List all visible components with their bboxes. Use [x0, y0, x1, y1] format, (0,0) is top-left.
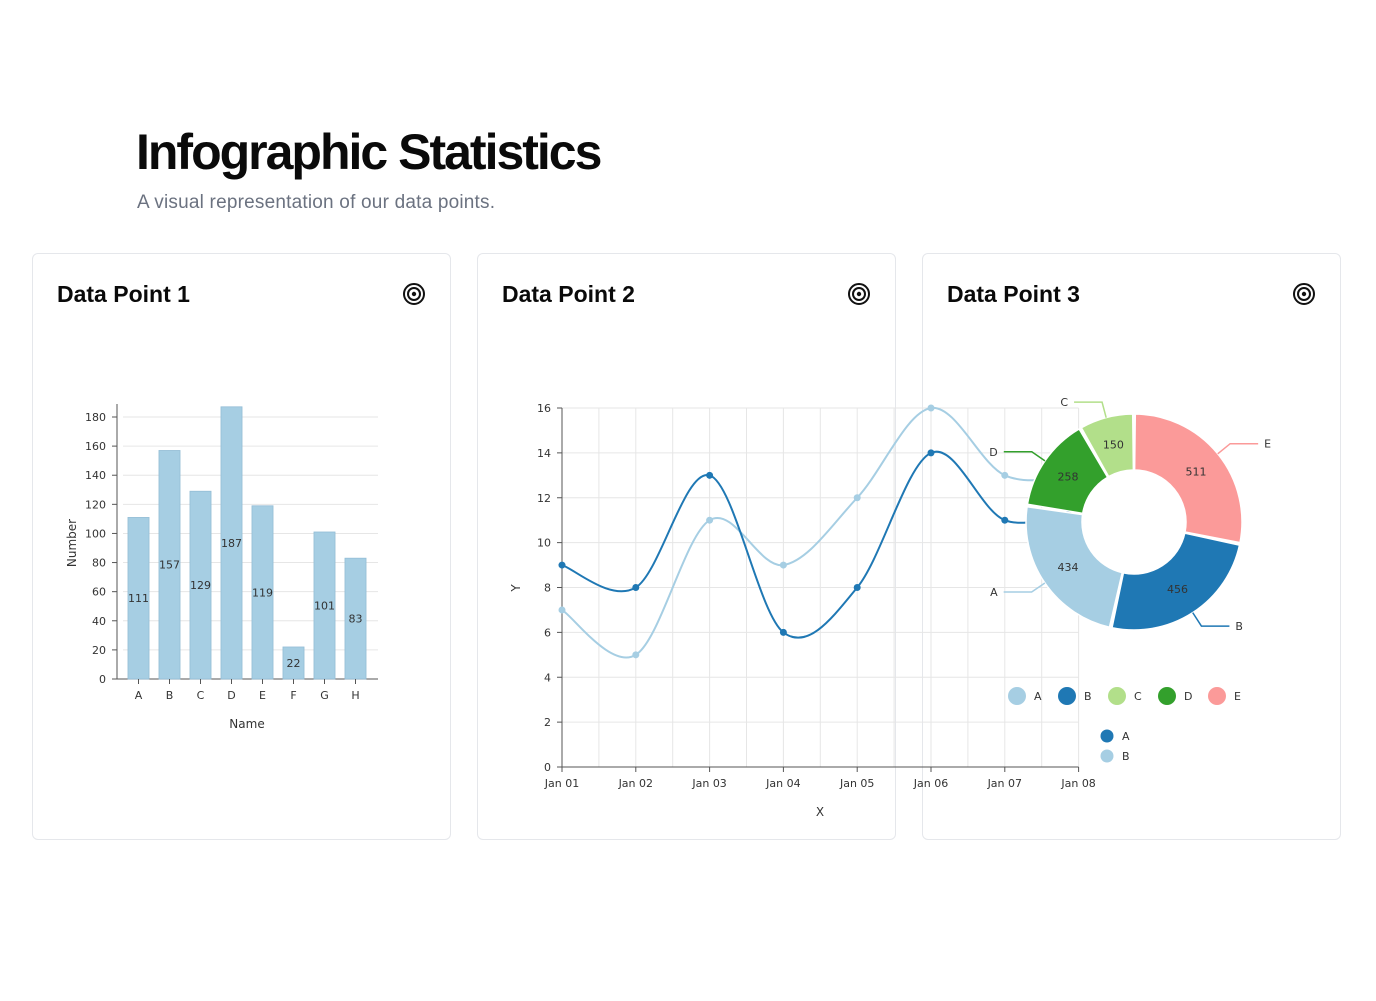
charts-layer: 020406080100120140160180111A157B129C187D… — [65, 396, 1271, 819]
legend-label: E — [1234, 690, 1241, 703]
data-point — [1001, 516, 1009, 524]
y-axis-label: Number — [65, 519, 79, 567]
slice-label: B — [1235, 620, 1243, 633]
y-tick-label: 100 — [85, 527, 106, 540]
x-tick-label: D — [227, 689, 235, 702]
legend-swatch — [1100, 729, 1114, 743]
bar-value-label: 83 — [349, 613, 363, 626]
data-point — [1001, 471, 1009, 479]
x-tick-label: Jan 07 — [987, 777, 1022, 790]
x-tick-label: Jan 04 — [765, 777, 800, 790]
x-tick-label: G — [320, 689, 329, 702]
y-tick-label: 0 — [99, 673, 106, 686]
donut-chart: 511 456 434 258 150 E B A D C A B C D E — [989, 396, 1271, 705]
data-point — [558, 561, 566, 569]
slice-label: D — [989, 446, 997, 459]
line-chart: 0 2 4 6 8 10 12 14 16 Jan 01 Jan 02 Jan 03 Jan 04 Jan… — [509, 402, 1130, 819]
y-tick-label: 160 — [85, 440, 106, 453]
leader-line — [1217, 442, 1259, 455]
bar-value-label: 157 — [159, 559, 180, 572]
legend-label: D — [1184, 690, 1192, 703]
bar-value-label: 101 — [314, 599, 335, 612]
slice-label: A — [990, 586, 998, 599]
legend-label: A — [1122, 730, 1130, 743]
bar-value-label: 187 — [221, 537, 242, 550]
x-axis-label: Name — [229, 717, 264, 731]
y-tick-label: 60 — [92, 586, 106, 599]
y-tick-label: 10 — [537, 537, 551, 550]
legend-swatch — [1108, 687, 1126, 705]
data-point — [558, 606, 566, 614]
legend-label: B — [1084, 690, 1092, 703]
x-tick-label: F — [290, 689, 296, 702]
x-tick-label: Jan 06 — [913, 777, 948, 790]
slice-value-label: 456 — [1167, 583, 1188, 596]
y-tick-label: 16 — [537, 402, 551, 415]
bar-value-label: 129 — [190, 579, 211, 592]
y-axis-label: Y — [509, 584, 523, 593]
slice-label: C — [1060, 396, 1068, 409]
y-tick-label: 80 — [92, 557, 106, 570]
x-tick-label: B — [166, 689, 174, 702]
leader-line — [1192, 612, 1230, 627]
bar-value-label: 22 — [287, 657, 301, 670]
data-point — [779, 628, 787, 636]
slice-value-label: 258 — [1058, 471, 1079, 484]
bar-value-label: 119 — [252, 586, 273, 599]
data-point — [927, 404, 935, 412]
data-point — [853, 494, 861, 502]
legend-swatch — [1058, 687, 1076, 705]
slice-value-label: 150 — [1103, 439, 1124, 452]
slice-label: E — [1264, 438, 1271, 451]
slice-value-label: 511 — [1186, 465, 1207, 478]
data-point — [927, 449, 935, 457]
bar-chart: 0 20 40 60 80 100 120 140 160 180 111 A 157 B 129 C 187 D… — [65, 404, 378, 731]
legend-label: C — [1134, 690, 1142, 703]
x-tick-label: H — [351, 689, 359, 702]
legend-swatch — [1008, 687, 1026, 705]
x-tick-label: A — [135, 689, 143, 702]
legend-swatch — [1158, 687, 1176, 705]
donut-slice-B — [1111, 532, 1241, 631]
data-point — [632, 584, 640, 591]
data-point — [706, 516, 714, 524]
y-tick-label: 140 — [85, 469, 106, 482]
y-tick-label: 180 — [85, 411, 106, 424]
y-tick-label: 40 — [92, 615, 106, 628]
y-tick-label: 14 — [537, 447, 551, 460]
data-point — [779, 561, 787, 569]
x-tick-label: Jan 08 — [1060, 777, 1095, 790]
y-tick-label: 6 — [544, 626, 551, 639]
legend-label: B — [1122, 750, 1130, 763]
y-tick-label: 2 — [544, 716, 551, 729]
x-axis-label: X — [816, 805, 824, 819]
legend-label: A — [1034, 690, 1042, 703]
y-tick-label: 120 — [85, 498, 106, 511]
x-tick-label: Jan 05 — [839, 777, 874, 790]
legend-swatch — [1100, 749, 1114, 763]
slice-value-label: 434 — [1057, 561, 1078, 574]
x-tick-label: C — [197, 689, 205, 702]
y-tick-label: 8 — [544, 582, 551, 595]
data-point — [853, 584, 861, 591]
y-tick-label: 12 — [537, 492, 551, 505]
x-tick-label: Jan 02 — [618, 777, 653, 790]
data-point — [706, 471, 714, 479]
data-point — [632, 651, 640, 659]
bar-value-label: 111 — [128, 592, 149, 605]
y-tick-label: 20 — [92, 644, 106, 657]
x-tick-label: Jan 03 — [691, 777, 726, 790]
y-tick-label: 0 — [544, 761, 551, 774]
x-tick-label: E — [259, 689, 266, 702]
legend-swatch — [1208, 687, 1226, 705]
y-tick-label: 4 — [544, 671, 551, 684]
x-tick-label: Jan 01 — [544, 777, 579, 790]
